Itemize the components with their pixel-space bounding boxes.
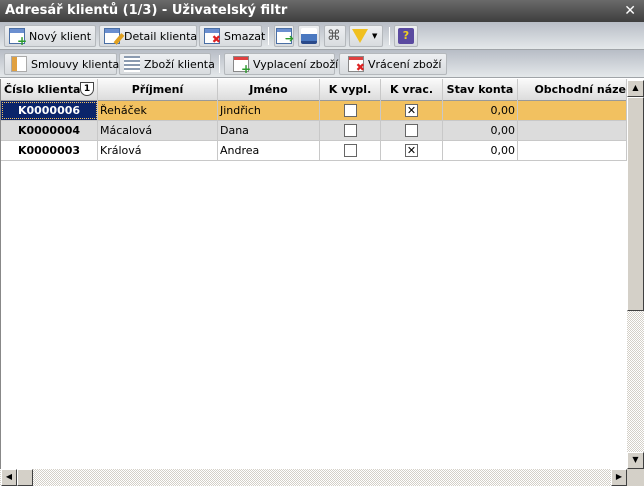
filter-dropdown-button[interactable]: ▼ — [349, 25, 383, 47]
cell-client-number[interactable]: K0000003 — [1, 141, 98, 160]
cell-k-vypl[interactable] — [320, 101, 381, 120]
checkbox[interactable] — [405, 124, 418, 137]
list-icon — [124, 56, 140, 72]
checkbox[interactable]: ✕ — [405, 104, 418, 117]
goods-delete-icon: ✖ — [348, 56, 365, 74]
checkbox[interactable] — [343, 104, 357, 117]
column-header-business-name[interactable]: Obchodní náze — [518, 79, 627, 101]
cell-k-vrac[interactable]: ✕ — [381, 141, 443, 160]
cell-business-name[interactable] — [518, 141, 627, 160]
table-row[interactable]: K0000003 Králová Andrea ✕ 0,00 — [1, 141, 628, 161]
export-button[interactable]: ➜ — [274, 25, 294, 47]
chevron-down-icon: ▼ — [372, 32, 378, 40]
scroll-down-button[interactable]: ▼ — [627, 452, 644, 469]
cell-name[interactable]: Dana — [218, 121, 320, 140]
table-edit-icon — [104, 28, 125, 45]
printer-icon — [301, 28, 317, 44]
checkbox[interactable] — [343, 144, 357, 157]
help-book-icon: ? — [398, 28, 414, 44]
cell-k-vypl[interactable] — [320, 141, 381, 160]
column-header-k-vrac[interactable]: K vrac. — [381, 79, 443, 101]
column-header-name[interactable]: Jméno — [218, 79, 320, 101]
cell-balance[interactable]: 0,00 — [443, 121, 518, 140]
help-button[interactable]: ? — [394, 25, 418, 47]
table-row[interactable]: K0000004 Mácalová Dana 0,00 — [1, 121, 628, 141]
cell-balance[interactable]: 0,00 — [443, 141, 518, 160]
delete-button[interactable]: ✖ Smazat — [199, 25, 265, 47]
goods-add-icon: + — [233, 56, 251, 75]
table-row[interactable]: K0000006 Řeháček Jindřich ✕ 0,00 — [1, 101, 628, 121]
column-header-balance[interactable]: Stav konta — [443, 79, 518, 101]
toolbar-main: + Nový klient Detail klienta ✖ Smazat ➜ ⌘ … — [0, 22, 644, 50]
vertical-scrollbar[interactable]: ▲ ▼ — [627, 80, 644, 469]
payout-goods-button[interactable]: + Vyplacení zboží — [224, 53, 338, 75]
cell-surname[interactable]: Králová — [98, 141, 218, 160]
scroll-left-button[interactable]: ◀ — [1, 469, 17, 486]
client-contracts-button[interactable]: Smlouvy klienta — [4, 53, 119, 75]
filter-icon — [352, 29, 368, 43]
toolbar-secondary: Smlouvy klienta Zboží klienta + Vyplacení… — [0, 50, 644, 78]
export-icon: ➜ — [276, 28, 294, 45]
column-header-surname[interactable]: Příjmení — [98, 79, 218, 101]
cell-business-name[interactable] — [518, 101, 627, 120]
window-title: Adresář klientů (1/3) - Uživatelský filt… — [5, 3, 288, 18]
client-goods-button[interactable]: Zboží klienta — [119, 53, 215, 75]
scrollbar-corner — [627, 469, 644, 486]
print-button[interactable] — [298, 25, 320, 47]
horizontal-scroll-thumb[interactable] — [17, 469, 33, 486]
checkbox[interactable]: ✕ — [405, 144, 418, 157]
new-client-button[interactable]: + Nový klient — [4, 25, 96, 47]
table-delete-icon: ✖ — [204, 28, 221, 46]
toolbar-separator — [268, 27, 269, 45]
cell-surname[interactable]: Mácalová — [98, 121, 218, 140]
column-header-k-vypl[interactable]: K vypl. — [320, 79, 381, 101]
horizontal-scrollbar[interactable]: ◀ ▶ — [0, 469, 627, 486]
cell-name[interactable]: Jindřich — [218, 101, 320, 120]
vertical-scroll-thumb[interactable] — [627, 97, 644, 311]
cell-surname[interactable]: Řeháček — [98, 101, 218, 120]
toolbar-separator — [389, 27, 390, 45]
binoculars-icon: ⌘ — [327, 28, 341, 44]
table-add-icon: + — [9, 28, 27, 47]
window-title-bar: Adresář klientů (1/3) - Uživatelský filt… — [0, 0, 644, 22]
scroll-up-button[interactable]: ▲ — [627, 80, 644, 97]
return-goods-button[interactable]: ✖ Vrácení zboží — [339, 53, 447, 75]
cell-k-vrac[interactable]: ✕ — [381, 101, 443, 120]
clipboard-icon — [11, 56, 27, 72]
find-button[interactable]: ⌘ — [324, 25, 346, 47]
cell-k-vrac[interactable] — [381, 121, 443, 140]
cell-client-number[interactable]: K0000004 — [1, 121, 98, 140]
cell-name[interactable]: Andrea — [218, 141, 320, 160]
scroll-right-button[interactable]: ▶ — [611, 469, 627, 486]
column-header-client-number[interactable]: Číslo klienta 1 — [1, 79, 98, 101]
table-header: Číslo klienta 1 Příjmení Jméno K vypl. K … — [1, 79, 628, 101]
cell-business-name[interactable] — [518, 121, 627, 140]
cell-balance[interactable]: 0,00 — [443, 101, 518, 120]
toolbar-separator — [219, 55, 220, 73]
detail-client-button[interactable]: Detail klienta — [99, 25, 197, 47]
checkbox[interactable] — [343, 124, 357, 137]
cell-k-vypl[interactable] — [320, 121, 381, 140]
sort-descending-icon: 1 — [80, 82, 94, 96]
close-icon[interactable]: ✕ — [624, 0, 636, 22]
clients-table: Číslo klienta 1 Příjmení Jméno K vypl. K … — [0, 79, 628, 469]
cell-client-number[interactable]: K0000006 — [1, 101, 98, 120]
